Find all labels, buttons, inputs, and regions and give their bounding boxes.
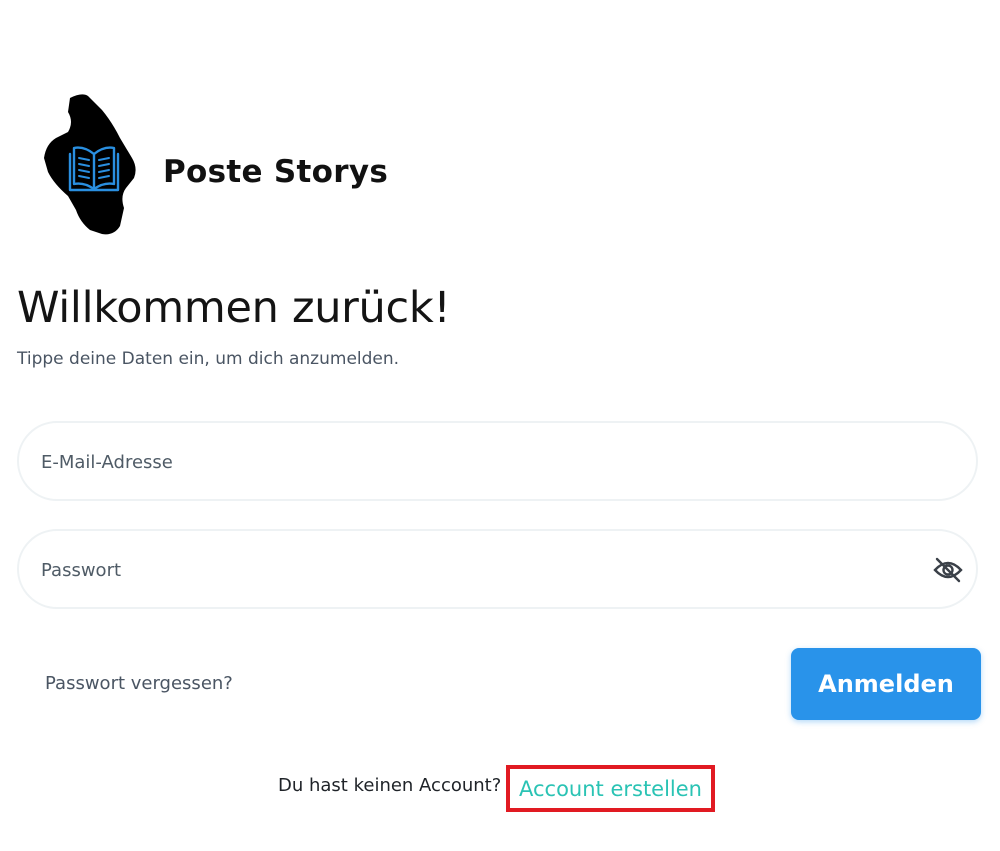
eye-slash-icon[interactable]	[932, 554, 964, 586]
password-input[interactable]	[39, 531, 923, 609]
signup-highlight: Account erstellen	[506, 765, 715, 812]
brush-splash-shape	[44, 94, 136, 235]
create-account-link[interactable]: Account erstellen	[519, 777, 702, 801]
brand-name: Poste Storys	[163, 154, 389, 190]
logo	[40, 92, 142, 237]
password-field	[17, 529, 978, 609]
signup-prompt: Du hast keinen Account?	[278, 775, 502, 796]
forgot-password-link[interactable]: Passwort vergessen?	[45, 673, 233, 694]
email-input[interactable]	[39, 423, 923, 501]
page-title: Willkommen zurück!	[17, 283, 451, 333]
page-subtitle: Tippe deine Daten ein, um dich anzumelde…	[17, 349, 400, 369]
email-field	[17, 421, 978, 501]
login-button[interactable]: Anmelden	[791, 648, 981, 720]
